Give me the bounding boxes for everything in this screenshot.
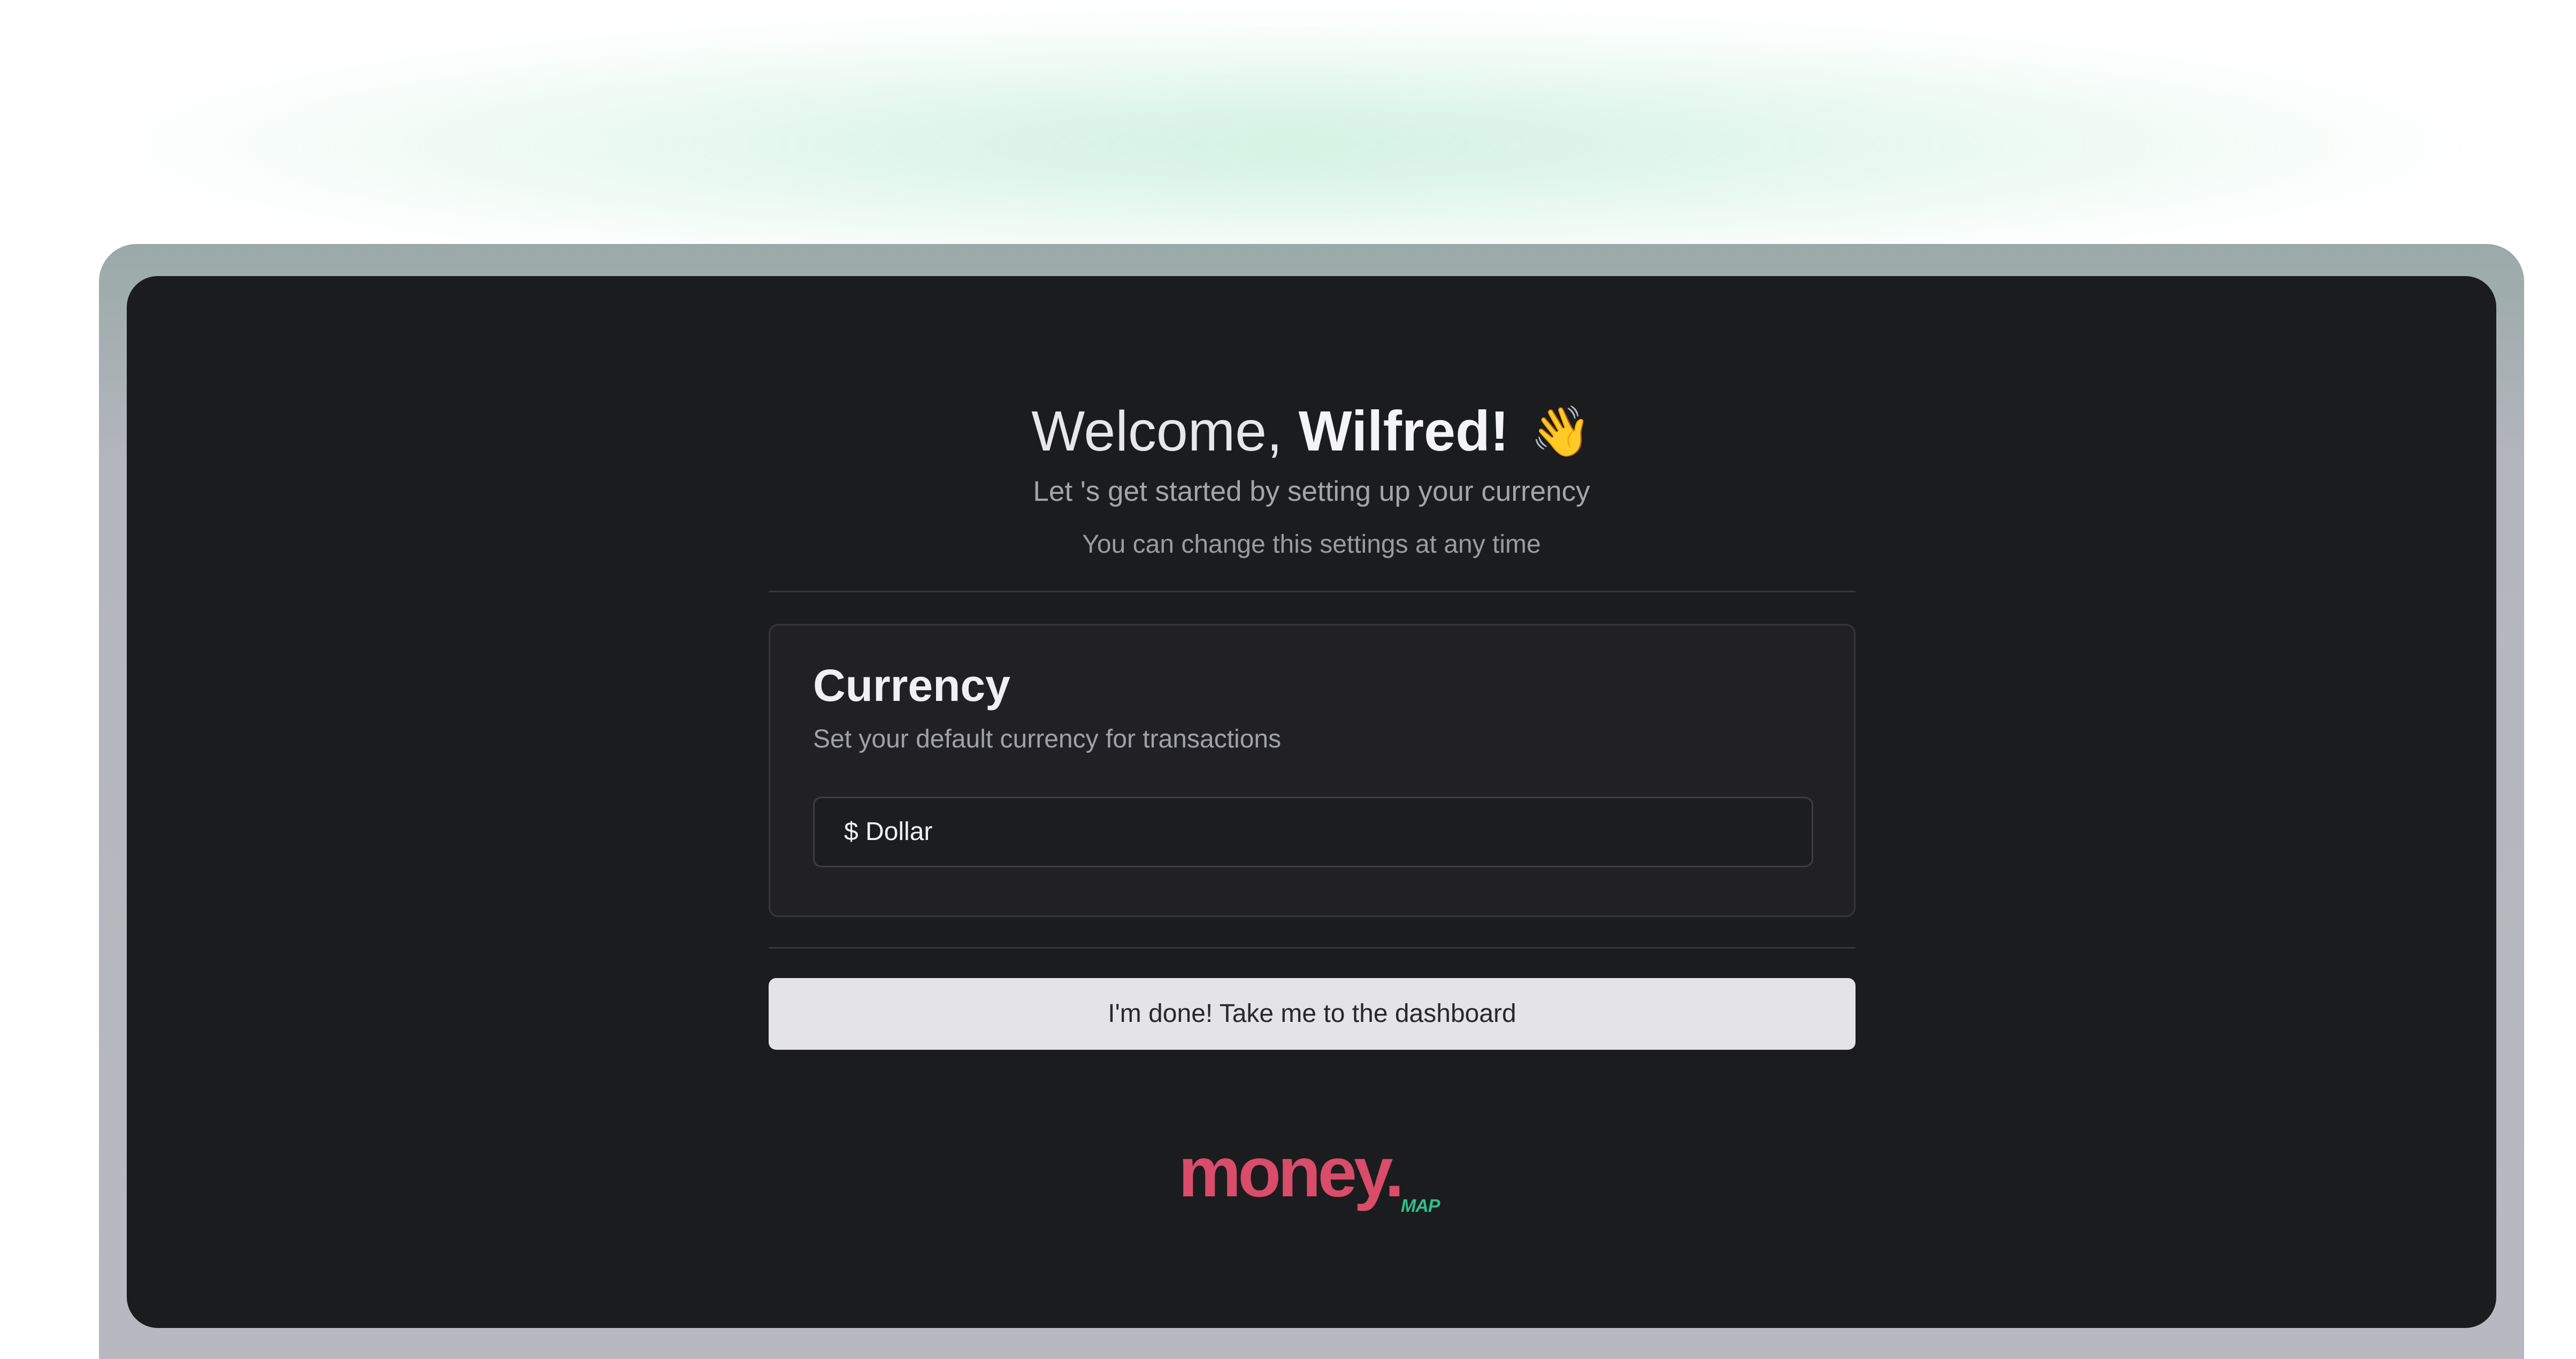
welcome-heading: Welcome, Wilfred! 👋 [127, 394, 2496, 469]
onboarding-content: Welcome, Wilfred! 👋 Let 's get started by … [127, 276, 2496, 1328]
welcome-note: You can change this settings at any time [1082, 530, 1541, 559]
welcome-subtitle: Let 's get started by setting up your cu… [1033, 476, 1590, 507]
background-glow [128, 21, 2450, 268]
currency-select-value: $ Dollar [844, 818, 933, 846]
card-title: Currency [813, 660, 1010, 711]
app-screen: Welcome, Wilfred! 👋 Let 's get started by … [127, 276, 2496, 1328]
card-description: Set your default currency for transactio… [813, 725, 1282, 753]
user-name: Wilfred! [1298, 400, 1509, 463]
waving-hand-icon: 👋 [1530, 404, 1592, 459]
money-map-logo: money. MAP [1178, 1132, 1456, 1218]
device-frame: Welcome, Wilfred! 👋 Let 's get started by … [99, 244, 2524, 1359]
logo-wordmark: money. [1178, 1133, 1404, 1211]
logo-subtext: MAP [1401, 1196, 1440, 1216]
bottom-divider [769, 947, 1856, 949]
top-divider [769, 591, 1856, 592]
go-to-dashboard-button[interactable]: I'm done! Take me to the dashboard [769, 978, 1856, 1050]
currency-card: Currency Set your default currency for t… [769, 624, 1856, 917]
currency-select[interactable]: $ Dollar [813, 797, 1813, 867]
welcome-greeting: Welcome, [1031, 400, 1283, 463]
